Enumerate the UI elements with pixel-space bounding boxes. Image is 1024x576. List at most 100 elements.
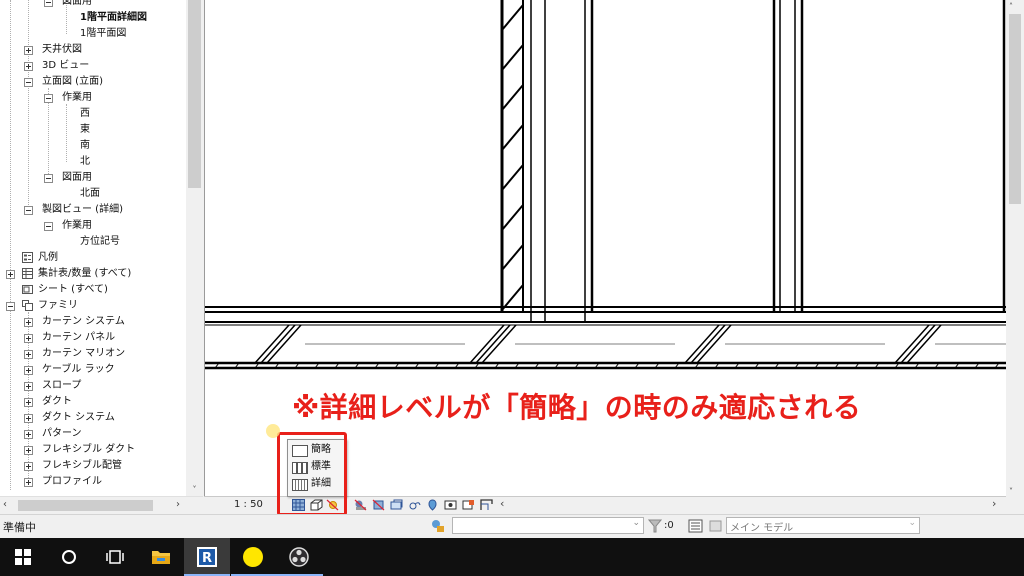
tree-node[interactable]: ケーブル ラック	[0, 362, 186, 378]
browser-horizontal-scrollbar[interactable]: ‹ ›	[0, 496, 203, 514]
tree-node[interactable]: 東	[0, 122, 186, 138]
tree-label: フレキシブル配管	[42, 460, 122, 471]
tree-node[interactable]: スロープ	[0, 378, 186, 394]
collapse-toggle[interactable]	[24, 206, 33, 215]
expand-toggle[interactable]	[24, 398, 33, 407]
design-options-icon[interactable]	[688, 518, 704, 534]
collapse-toggle[interactable]	[24, 78, 33, 87]
tree-label: 天井伏図	[42, 44, 82, 55]
tree-node[interactable]: 立面図 (立面)	[0, 74, 186, 90]
scroll-right-arrow-icon[interactable]: ›	[992, 497, 996, 510]
tree-node[interactable]: 集計表/数量 (すべて)	[0, 266, 186, 282]
collapse-toggle[interactable]	[44, 94, 53, 103]
tree-node[interactable]: 南	[0, 138, 186, 154]
crop-view-icon[interactable]	[372, 499, 385, 511]
tree-node[interactable]: 1階平面図	[0, 26, 186, 42]
expand-toggle[interactable]	[24, 430, 33, 439]
analytical-model-icon[interactable]	[480, 499, 493, 511]
tree-node[interactable]: フレキシブル配管	[0, 458, 186, 474]
scroll-down-arrow-icon[interactable]: ˅	[1009, 487, 1013, 496]
tree-node[interactable]: パターン	[0, 426, 186, 442]
tree-node[interactable]: 北面	[0, 186, 186, 202]
tree-node-current-view[interactable]: 1階平面詳細図	[0, 10, 186, 26]
collapse-toggle[interactable]	[44, 174, 53, 183]
shadows-icon[interactable]	[354, 499, 367, 511]
scroll-right-arrow-icon[interactable]: ›	[176, 499, 180, 510]
expand-toggle[interactable]	[24, 350, 33, 359]
tree-label: 作業用	[62, 220, 92, 231]
expand-toggle[interactable]	[24, 334, 33, 343]
tree-node[interactable]: フレキシブル ダクト	[0, 442, 186, 458]
unlock-3d-view-icon[interactable]	[408, 499, 421, 511]
tree-node[interactable]: ダクト	[0, 394, 186, 410]
expand-toggle[interactable]	[6, 270, 15, 279]
tree-node[interactable]: カーテン システム	[0, 314, 186, 330]
expand-toggle[interactable]	[24, 318, 33, 327]
tree-label: 南	[80, 140, 90, 151]
expand-toggle[interactable]	[24, 462, 33, 471]
tree-node[interactable]: カーテン マリオン	[0, 346, 186, 362]
tree-label: 1階平面詳細図	[80, 12, 147, 23]
temporary-hide-icon[interactable]	[426, 499, 439, 511]
task-view-button[interactable]	[92, 538, 138, 576]
reveal-hidden-elements-icon[interactable]	[444, 499, 457, 511]
expand-toggle[interactable]	[24, 414, 33, 423]
tree-node[interactable]: プロファイル	[0, 474, 186, 490]
tree-node[interactable]: 天井伏図	[0, 42, 186, 58]
file-explorer-button[interactable]	[138, 538, 184, 576]
tree-node[interactable]: 作業用	[0, 218, 186, 234]
tree-label: ダクト	[42, 396, 72, 407]
task-view-icon	[106, 550, 124, 564]
filter-icon[interactable]	[648, 518, 662, 534]
worksets-icon[interactable]	[430, 518, 446, 534]
search-button[interactable]	[46, 538, 92, 576]
tree-node[interactable]: カーテン パネル	[0, 330, 186, 346]
tree-node[interactable]: 西	[0, 106, 186, 122]
tree-node[interactable]: 図面用	[0, 170, 186, 186]
obs-taskbar-button[interactable]	[277, 538, 323, 576]
tree-label: 図面用	[62, 0, 92, 7]
browser-scroll-thumb[interactable]	[188, 0, 201, 188]
scroll-up-arrow-icon[interactable]: ˄	[1009, 2, 1013, 11]
status-text: 準備中	[3, 521, 36, 534]
scroll-left-arrow-icon[interactable]: ‹	[3, 499, 7, 510]
tree-node[interactable]: 図面用	[0, 0, 186, 10]
view-scale[interactable]: 1 : 50	[234, 499, 263, 510]
tree-node[interactable]: 凡例	[0, 250, 186, 266]
workset-dropdown[interactable]: ⌄	[452, 517, 644, 534]
tree-node[interactable]: 製図ビュー (詳細)	[0, 202, 186, 218]
tree-label: フレキシブル ダクト	[42, 444, 136, 455]
family-icon	[22, 300, 33, 311]
collapse-toggle[interactable]	[44, 222, 53, 231]
sheet-icon	[22, 285, 33, 294]
search-circle-icon	[62, 550, 76, 564]
editing-requests-icon[interactable]	[708, 518, 724, 534]
tree-node[interactable]: 作業用	[0, 90, 186, 106]
active-design-option-dropdown[interactable]: メイン モデル ⌄	[726, 517, 920, 534]
canvas-vertical-scrollbar[interactable]: ˄ ˅	[1006, 0, 1024, 513]
expand-toggle[interactable]	[24, 62, 33, 71]
tree-node[interactable]: 北	[0, 154, 186, 170]
collapse-toggle[interactable]	[6, 302, 15, 311]
collapse-toggle[interactable]	[44, 0, 53, 7]
tree-label: パターン	[42, 428, 82, 439]
expand-toggle[interactable]	[24, 46, 33, 55]
expand-toggle[interactable]	[24, 382, 33, 391]
browser-hscroll-thumb[interactable]	[18, 500, 153, 511]
tree-node[interactable]: 3D ビュー	[0, 58, 186, 74]
scroll-down-arrow-icon[interactable]: ˅	[188, 485, 201, 495]
show-crop-region-icon[interactable]	[390, 499, 403, 511]
expand-toggle[interactable]	[24, 446, 33, 455]
expand-toggle[interactable]	[24, 366, 33, 375]
tree-node[interactable]: ダクト システム	[0, 410, 186, 426]
tree-node[interactable]: ファミリ	[0, 298, 186, 314]
sticky-app-button[interactable]	[231, 538, 277, 576]
tree-node[interactable]: 方位記号	[0, 234, 186, 250]
tree-node[interactable]: シート (すべて)	[0, 282, 186, 298]
scroll-left-arrow-icon[interactable]: ‹	[500, 497, 504, 510]
revit-taskbar-button[interactable]: R	[184, 538, 230, 576]
temporary-view-properties-icon[interactable]	[462, 499, 475, 511]
start-button[interactable]	[0, 538, 46, 576]
expand-toggle[interactable]	[24, 478, 33, 487]
canvas-scroll-thumb[interactable]	[1009, 14, 1021, 204]
